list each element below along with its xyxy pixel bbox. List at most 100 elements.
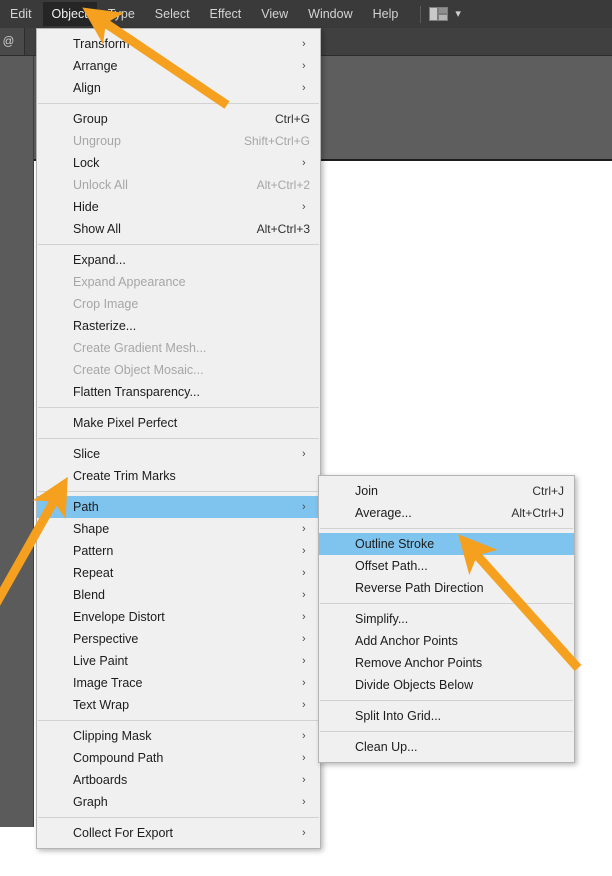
chevron-right-icon: › bbox=[302, 611, 306, 623]
menu-item-label: Transform bbox=[73, 37, 130, 51]
menu-item-show-all[interactable]: Show All Alt+Ctrl+3 bbox=[37, 218, 320, 240]
document-tab[interactable]: ed-1* @ bbox=[0, 28, 26, 55]
menu-item-rasterize[interactable]: Rasterize... bbox=[37, 315, 320, 337]
menu-item-label: Graph bbox=[73, 795, 108, 809]
menu-item-create-trim-marks[interactable]: Create Trim Marks bbox=[37, 465, 320, 487]
menu-item-label: Join bbox=[355, 484, 378, 498]
menu-item-label: Compound Path bbox=[73, 751, 164, 765]
menu-item-compound-path[interactable]: Compound Path › bbox=[37, 747, 320, 769]
chevron-right-icon: › bbox=[302, 796, 306, 808]
chevron-right-icon: › bbox=[302, 589, 306, 601]
menu-separator bbox=[320, 700, 573, 701]
menu-item-clipping-mask[interactable]: Clipping Mask › bbox=[37, 725, 320, 747]
menubar-item-edit[interactable]: Edit bbox=[1, 2, 41, 26]
document-tab-title: ed-1* @ bbox=[0, 35, 15, 48]
menu-item-clean-up[interactable]: Clean Up... bbox=[319, 736, 574, 758]
menu-item-pattern[interactable]: Pattern › bbox=[37, 540, 320, 562]
menu-item-artboards[interactable]: Artboards › bbox=[37, 769, 320, 791]
chevron-right-icon: › bbox=[302, 38, 306, 50]
menubar-divider bbox=[420, 5, 422, 23]
menu-item-lock[interactable]: Lock › bbox=[37, 152, 320, 174]
menu-separator bbox=[320, 731, 573, 732]
menu-item-reverse-path-direction[interactable]: Reverse Path Direction bbox=[319, 577, 574, 599]
menu-item-label: Clean Up... bbox=[355, 740, 418, 754]
chevron-right-icon: › bbox=[302, 523, 306, 535]
arrange-documents-icon[interactable] bbox=[429, 7, 449, 21]
menu-item-average[interactable]: Average... Alt+Ctrl+J bbox=[319, 502, 574, 524]
menubar-item-view[interactable]: View bbox=[252, 2, 297, 26]
menu-item-hide[interactable]: Hide › bbox=[37, 196, 320, 218]
menu-item-label: Unlock All bbox=[73, 178, 128, 192]
menu-separator bbox=[38, 244, 319, 245]
menu-item-repeat[interactable]: Repeat › bbox=[37, 562, 320, 584]
menu-bar: Edit Object Type Select Effect View Wind… bbox=[0, 0, 612, 28]
menu-separator bbox=[38, 491, 319, 492]
menu-item-label: Repeat bbox=[73, 566, 114, 580]
menu-item-label: Align bbox=[73, 81, 101, 95]
menu-item-shortcut: Ctrl+G bbox=[274, 112, 310, 126]
menu-item-align[interactable]: Align › bbox=[37, 77, 320, 99]
menubar-item-help[interactable]: Help bbox=[364, 2, 408, 26]
menu-item-perspective[interactable]: Perspective › bbox=[37, 628, 320, 650]
menu-item-label: Outline Stroke bbox=[355, 537, 435, 551]
menu-item-shape[interactable]: Shape › bbox=[37, 518, 320, 540]
chevron-right-icon: › bbox=[302, 60, 306, 72]
chevron-down-icon[interactable]: ▾ bbox=[455, 8, 461, 20]
menu-item-expand[interactable]: Expand... bbox=[37, 249, 320, 271]
menu-item-label: Hide bbox=[73, 200, 99, 214]
chevron-right-icon: › bbox=[302, 448, 306, 460]
chevron-right-icon: › bbox=[302, 567, 306, 579]
menu-item-offset-path[interactable]: Offset Path... bbox=[319, 555, 574, 577]
menu-item-create-object-mosaic: Create Object Mosaic... bbox=[37, 359, 320, 381]
menu-item-slice[interactable]: Slice › bbox=[37, 443, 320, 465]
menubar-item-window[interactable]: Window bbox=[299, 2, 361, 26]
menu-item-graph[interactable]: Graph › bbox=[37, 791, 320, 813]
chevron-right-icon: › bbox=[302, 730, 306, 742]
path-submenu[interactable]: Join Ctrl+J Average... Alt+Ctrl+J Outline St… bbox=[318, 475, 575, 763]
menu-item-label: Expand Appearance bbox=[73, 275, 186, 289]
menubar-item-object[interactable]: Object bbox=[42, 2, 97, 26]
menu-item-flatten-transparency[interactable]: Flatten Transparency... bbox=[37, 381, 320, 403]
menu-item-envelope-distort[interactable]: Envelope Distort › bbox=[37, 606, 320, 628]
menu-item-label: Remove Anchor Points bbox=[355, 656, 483, 670]
menu-item-arrange[interactable]: Arrange › bbox=[37, 55, 320, 77]
menu-item-label: Collect For Export bbox=[73, 826, 174, 840]
menu-item-transform[interactable]: Transform › bbox=[37, 33, 320, 55]
menu-item-group[interactable]: Group Ctrl+G bbox=[37, 108, 320, 130]
menu-item-collect-for-export[interactable]: Collect For Export › bbox=[37, 822, 320, 844]
menu-item-remove-anchor-points[interactable]: Remove Anchor Points bbox=[319, 652, 574, 674]
menu-item-path[interactable]: Path › bbox=[37, 496, 320, 518]
menu-item-simplify[interactable]: Simplify... bbox=[319, 608, 574, 630]
tools-panel[interactable] bbox=[0, 56, 34, 827]
menu-item-label: Rasterize... bbox=[73, 319, 137, 333]
menu-item-unlock-all: Unlock All Alt+Ctrl+2 bbox=[37, 174, 320, 196]
menu-item-label: Create Trim Marks bbox=[73, 469, 176, 483]
menu-separator bbox=[320, 528, 573, 529]
menu-item-divide-objects-below[interactable]: Divide Objects Below bbox=[319, 674, 574, 696]
menu-item-join[interactable]: Join Ctrl+J bbox=[319, 480, 574, 502]
menu-item-label: Crop Image bbox=[73, 297, 139, 311]
menu-item-label: Arrange bbox=[73, 59, 118, 73]
menu-item-split-into-grid[interactable]: Split Into Grid... bbox=[319, 705, 574, 727]
menu-item-make-pixel-perfect[interactable]: Make Pixel Perfect bbox=[37, 412, 320, 434]
menu-item-label: Split Into Grid... bbox=[355, 709, 442, 723]
menu-item-label: Offset Path... bbox=[355, 559, 428, 573]
menu-item-shortcut: Ctrl+J bbox=[532, 484, 564, 498]
menu-item-image-trace[interactable]: Image Trace › bbox=[37, 672, 320, 694]
menu-item-label: Path bbox=[73, 500, 99, 514]
menu-item-label: Text Wrap bbox=[73, 698, 130, 712]
menu-item-label: Pattern bbox=[73, 544, 114, 558]
menu-item-blend[interactable]: Blend › bbox=[37, 584, 320, 606]
menu-item-live-paint[interactable]: Live Paint › bbox=[37, 650, 320, 672]
chevron-right-icon: › bbox=[302, 827, 306, 839]
menubar-item-effect[interactable]: Effect bbox=[201, 2, 251, 26]
menubar-item-select[interactable]: Select bbox=[146, 2, 199, 26]
menu-item-outline-stroke[interactable]: Outline Stroke bbox=[319, 533, 574, 555]
menu-item-add-anchor-points[interactable]: Add Anchor Points bbox=[319, 630, 574, 652]
menu-item-label: Lock bbox=[73, 156, 100, 170]
chevron-right-icon: › bbox=[302, 699, 306, 711]
menubar-item-type[interactable]: Type bbox=[99, 2, 144, 26]
menu-item-text-wrap[interactable]: Text Wrap › bbox=[37, 694, 320, 716]
object-menu[interactable]: Transform › Arrange › Align › Group Ctrl+G Ungro… bbox=[36, 28, 321, 849]
chevron-right-icon: › bbox=[302, 677, 306, 689]
